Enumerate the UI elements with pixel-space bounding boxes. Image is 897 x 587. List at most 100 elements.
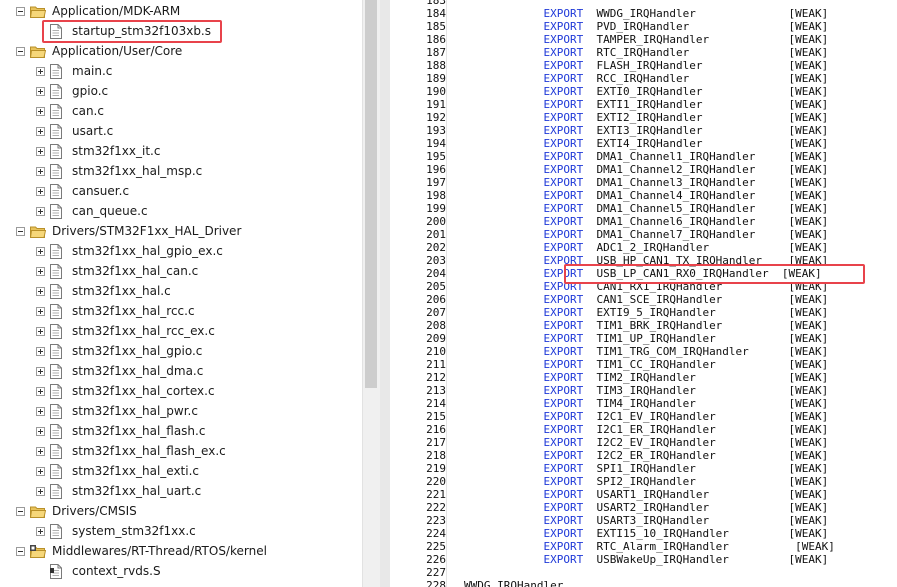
expand-plus-icon[interactable] [36, 287, 45, 296]
code-line: WWDG_IRQHandler [464, 579, 563, 587]
collapse-minus-icon[interactable] [16, 227, 25, 236]
expand-plus-icon[interactable] [36, 87, 45, 96]
expand-plus-icon[interactable] [36, 347, 45, 356]
tree-file[interactable]: stm32f1xx_hal_msp.c [0, 162, 362, 182]
expand-plus-icon[interactable] [36, 307, 45, 316]
tree-item-label: stm32f1xx_hal_pwr.c [72, 404, 198, 418]
code-text: EXTI15_10_IRQHandler [WEAK] [583, 527, 829, 540]
collapse-minus-icon[interactable] [16, 7, 25, 16]
tree-item-label: system_stm32f1xx.c [72, 524, 196, 538]
highlight-box-usb-lp-can1-line [564, 264, 865, 284]
code-line: EXPORT TAMPER_IRQHandler [WEAK] [464, 33, 828, 46]
expand-plus-icon[interactable] [36, 467, 45, 476]
keyword-export: EXPORT [543, 111, 584, 124]
tree-item-label: Drivers/CMSIS [52, 504, 137, 518]
tree-file[interactable]: context_rvds.S [0, 562, 362, 582]
expand-plus-icon[interactable] [36, 167, 45, 176]
expand-plus-icon[interactable] [36, 187, 45, 196]
code-text: EXTI9_5_IRQHandler [WEAK] [583, 306, 829, 319]
tree-vertical-scrollbar[interactable] [362, 0, 380, 587]
keyword-export: EXPORT [543, 345, 584, 358]
code-text: I2C2_EV_IRQHandler [WEAK] [583, 436, 829, 449]
expand-plus-icon[interactable] [36, 387, 45, 396]
tree-file[interactable]: gpio.c [0, 82, 362, 102]
tree-file[interactable]: cansuer.c [0, 182, 362, 202]
tree-group[interactable]: Middlewares/RT-Thread/RTOS/kernel [0, 542, 362, 562]
expand-plus-icon[interactable] [36, 107, 45, 116]
special-folder-icon [30, 545, 46, 558]
tree-file[interactable]: stm32f1xx_hal_pwr.c [0, 402, 362, 422]
collapse-minus-icon[interactable] [16, 47, 25, 56]
tree-file[interactable]: stm32f1xx_hal_flash_ex.c [0, 442, 362, 462]
expand-plus-icon[interactable] [36, 127, 45, 136]
expand-plus-icon[interactable] [36, 487, 45, 496]
tree-file[interactable]: system_stm32f1xx.c [0, 522, 362, 542]
code-text: TIM1_TRG_COM_IRQHandler [WEAK] [583, 345, 829, 358]
expand-plus-icon[interactable] [36, 427, 45, 436]
tree-file[interactable]: can.c [0, 102, 362, 122]
tree-file[interactable]: stm32f1xx_hal_can.c [0, 262, 362, 282]
expand-plus-icon[interactable] [36, 207, 45, 216]
keyword-export: EXPORT [543, 475, 584, 488]
code-text: PVD_IRQHandler [WEAK] [583, 20, 829, 33]
tree-file[interactable]: stm32f1xx_hal_gpio_ex.c [0, 242, 362, 262]
code-text: DMA1_Channel3_IRQHandler [WEAK] [583, 176, 829, 189]
line-number: 208 [426, 319, 446, 332]
keyword-export: EXPORT [543, 59, 584, 72]
code-line: EXPORT DMA1_Channel1_IRQHandler [WEAK] [464, 150, 828, 163]
tree-file[interactable]: stm32f1xx_hal_uart.c [0, 482, 362, 502]
expand-plus-icon[interactable] [36, 407, 45, 416]
tree-group[interactable]: Drivers/CMSIS [0, 502, 362, 522]
expand-plus-icon[interactable] [36, 67, 45, 76]
line-number: 189 [426, 72, 446, 85]
code-line: EXPORT I2C1_ER_IRQHandler [WEAK] [464, 423, 828, 436]
expand-plus-icon[interactable] [36, 147, 45, 156]
tree-group[interactable]: Drivers/STM32F1xx_HAL_Driver [0, 222, 362, 242]
collapse-minus-icon[interactable] [16, 547, 25, 556]
code-text: TIM1_UP_IRQHandler [WEAK] [583, 332, 829, 345]
tree-item-label: stm32f1xx_hal_cortex.c [72, 384, 215, 398]
code-line: EXPORT DMA1_Channel2_IRQHandler [WEAK] [464, 163, 828, 176]
tree-item-label: stm32f1xx_hal.c [72, 284, 171, 298]
tree-file[interactable]: stm32f1xx_hal_flash.c [0, 422, 362, 442]
file-icon [50, 244, 62, 259]
tree-group[interactable]: Application/MDK-ARM [0, 2, 362, 22]
code-text: TIM1_CC_IRQHandler [WEAK] [583, 358, 829, 371]
code-text: ADC1_2_IRQHandler [WEAK] [583, 241, 829, 254]
expand-plus-icon[interactable] [36, 447, 45, 456]
tree-file[interactable]: stm32f1xx_hal_exti.c [0, 462, 362, 482]
code-editor[interactable]: 183 184 185 186 187 188 189 190 191 192 193 194 195 1… [390, 0, 897, 587]
keyword-export: EXPORT [543, 306, 584, 319]
tree-file[interactable]: stm32f1xx_hal.c [0, 282, 362, 302]
collapse-minus-icon[interactable] [16, 507, 25, 516]
code-text: EXTI3_IRQHandler [WEAK] [583, 124, 829, 137]
expand-plus-icon[interactable] [36, 267, 45, 276]
tree-file[interactable]: stm32f1xx_it.c [0, 142, 362, 162]
file-icon [50, 524, 62, 539]
line-number: 186 [426, 33, 446, 46]
tree-file[interactable]: main.c [0, 62, 362, 82]
tree-file[interactable]: stm32f1xx_hal_rcc_ex.c [0, 322, 362, 342]
code-text: EXTI1_IRQHandler [WEAK] [583, 98, 829, 111]
keyword-export: EXPORT [543, 215, 584, 228]
line-number: 217 [426, 436, 446, 449]
tree-file[interactable]: stm32f1xx_hal_rcc.c [0, 302, 362, 322]
tree-group[interactable]: Application/User/Core [0, 42, 362, 62]
panel-splitter[interactable] [380, 0, 390, 587]
expand-plus-icon[interactable] [36, 247, 45, 256]
tree-file[interactable]: can_queue.c [0, 202, 362, 222]
scrollbar-thumb[interactable] [365, 0, 377, 388]
keyword-export: EXPORT [543, 46, 584, 59]
tree-file[interactable]: usart.c [0, 122, 362, 142]
expand-plus-icon[interactable] [36, 527, 45, 536]
tree-file[interactable]: stm32f1xx_hal_gpio.c [0, 342, 362, 362]
code-line: EXPORT SPI1_IRQHandler [WEAK] [464, 462, 828, 475]
code-line: EXPORT TIM2_IRQHandler [WEAK] [464, 371, 828, 384]
tree-file[interactable]: stm32f1xx_hal_cortex.c [0, 382, 362, 402]
expand-plus-icon[interactable] [36, 367, 45, 376]
folder-open-icon [30, 226, 46, 238]
keyword-export: EXPORT [543, 488, 584, 501]
expand-plus-icon[interactable] [36, 327, 45, 336]
tree-item-label: stm32f1xx_hal_flash_ex.c [72, 444, 226, 458]
tree-file[interactable]: stm32f1xx_hal_dma.c [0, 362, 362, 382]
